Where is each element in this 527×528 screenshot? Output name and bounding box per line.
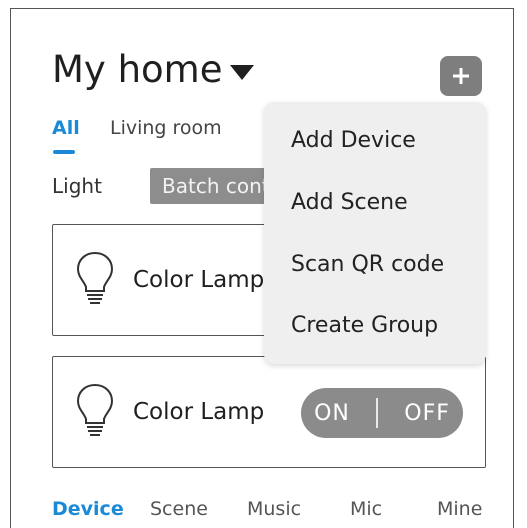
device-name: Color Lamp <box>133 267 265 293</box>
off-button[interactable]: OFF <box>404 401 450 426</box>
caret-down-icon <box>230 65 255 80</box>
menu-item-add-scene[interactable]: Add Scene <box>291 190 408 215</box>
page-title: My home <box>52 48 223 91</box>
toggle-divider <box>376 398 379 428</box>
add-button[interactable] <box>440 56 482 96</box>
nav-item-scene[interactable]: Scene <box>150 498 208 520</box>
nav-item-mine[interactable]: Mine <box>437 498 482 520</box>
home-selector[interactable]: My home <box>52 48 255 91</box>
nav-item-music[interactable]: Music <box>247 498 301 520</box>
light-filter-label: Light <box>52 174 102 198</box>
menu-item-scan-qr-code[interactable]: Scan QR code <box>291 252 444 277</box>
plus-icon <box>453 68 469 84</box>
active-tab-indicator <box>53 150 75 154</box>
menu-item-add-device[interactable]: Add Device <box>291 128 416 153</box>
lightbulb-icon <box>76 251 114 304</box>
device-card[interactable]: Color Lamp ON OFF <box>52 356 486 468</box>
menu-item-create-group[interactable]: Create Group <box>291 313 438 338</box>
tab-all[interactable]: All <box>52 117 80 139</box>
bottom-nav: Device Scene Music Mic Mine <box>0 498 527 520</box>
nav-item-mic[interactable]: Mic <box>350 498 382 520</box>
on-button[interactable]: ON <box>314 401 350 426</box>
lightbulb-icon <box>76 383 114 436</box>
on-off-toggle[interactable]: ON OFF <box>301 388 463 438</box>
add-dropdown-menu: Add Device Add Scene Scan QR code Create… <box>264 102 486 364</box>
device-name: Color Lamp <box>133 399 265 425</box>
nav-item-device[interactable]: Device <box>52 498 124 520</box>
tab-living-room[interactable]: Living room <box>110 117 222 139</box>
